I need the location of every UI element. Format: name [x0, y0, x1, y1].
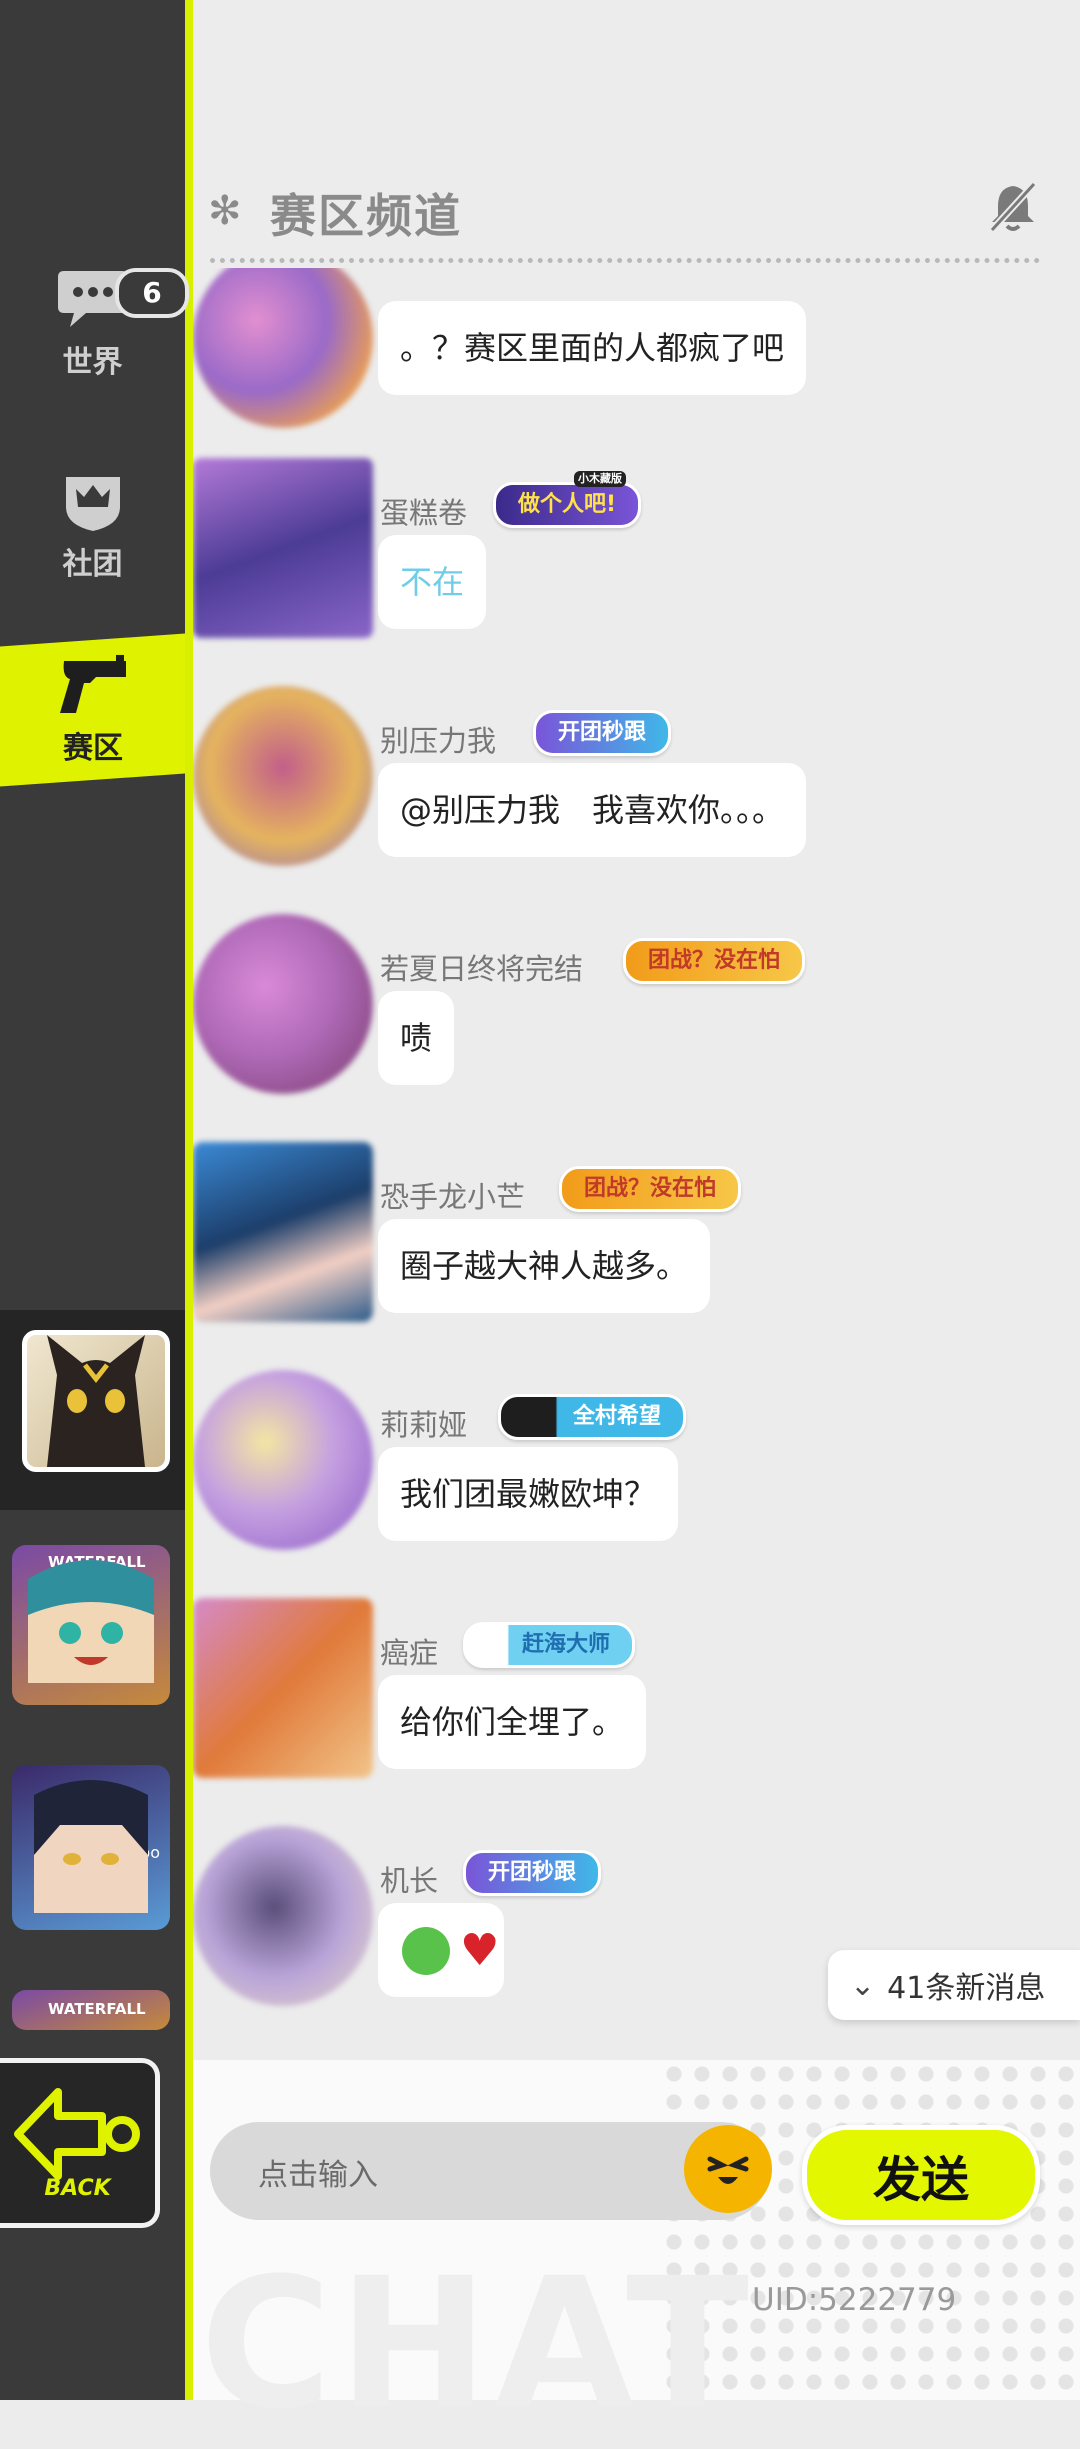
header-divider: [210, 258, 1040, 263]
smiley-face-icon: [707, 2156, 749, 2184]
sidebar: 世界 社团 赛区 WATERFALL oppo: [0, 0, 185, 2400]
character-avatar-image: [28, 1560, 154, 1683]
sidebar-accent-edge: [185, 0, 193, 2400]
nav-world-label: 世界: [62, 345, 123, 380]
username[interactable]: 癌症: [380, 1630, 438, 1672]
username[interactable]: 机长: [380, 1858, 438, 1900]
user-avatar[interactable]: [193, 1370, 373, 1550]
title-tag-label: 做个人吧!: [518, 492, 617, 517]
unread-badge: 6: [115, 268, 189, 318]
avatar-waterfall-1[interactable]: WATERFALL: [12, 1545, 170, 1705]
message-bubble[interactable]: 。？赛区里面的人都疯了吧: [378, 301, 807, 395]
username[interactable]: 若夏日终将完结: [380, 946, 583, 988]
message-bubble[interactable]: 给你们全埋了。: [378, 1675, 647, 1769]
send-button[interactable]: 发送: [802, 2125, 1040, 2225]
user-avatar[interactable]: [193, 268, 373, 428]
message-bubble[interactable]: ♥: [378, 1903, 504, 1997]
title-tag-label: 团战？没在怕: [648, 948, 781, 973]
user-avatar[interactable]: [193, 1826, 373, 2006]
character-avatar-image-2: [34, 1780, 148, 1913]
title-tag-sublabel: 小木藏版: [574, 471, 627, 487]
background-watermark: CHAT: [200, 2240, 755, 2449]
username[interactable]: 蛋糕卷: [380, 490, 467, 532]
gun-icon: [59, 655, 126, 713]
bell-muted-icon[interactable]: [986, 180, 1040, 234]
title-tag-label: 赶海大师: [522, 1632, 611, 1657]
message-bubble[interactable]: 圈子越大神人越多。: [378, 1219, 711, 1313]
message-bubble[interactable]: @别压力我 我喜欢你。。。: [378, 763, 807, 857]
page-title: 赛区频道: [270, 189, 462, 243]
title-tag-label: 团战？没在怕: [584, 1176, 717, 1201]
asterisk-icon: ✻: [208, 188, 242, 234]
title-tag-label: 开团秒跟: [488, 1860, 577, 1885]
new-messages-count: 41条新消息: [887, 1971, 1046, 2006]
username[interactable]: 别压力我: [380, 718, 496, 760]
user-avatar[interactable]: [193, 686, 373, 866]
title-tag: 开团秒跟: [533, 710, 672, 756]
back-label: BACK: [44, 2175, 111, 2201]
title-tag: 团战？没在怕: [559, 1166, 742, 1212]
nav-world[interactable]: 世界: [0, 240, 185, 410]
nav-club-label: 社团: [62, 547, 123, 582]
user-avatar[interactable]: [193, 458, 373, 638]
chat-list[interactable]: 。？赛区里面的人都疯了吧 蛋糕卷 做个人吧! 小木藏版 不在 别压力我 开团秒跟…: [193, 268, 1080, 2058]
user-avatar[interactable]: [193, 1598, 373, 1778]
back-arrow-icon: [13, 2087, 140, 2180]
nav-club[interactable]: 社团: [0, 440, 185, 610]
message-input-placeholder: 点击输入: [258, 2158, 378, 2193]
message-bubble[interactable]: 我们团最嫩欧坤？: [378, 1447, 679, 1541]
message-bubble[interactable]: 不在: [378, 535, 487, 629]
message-bubble[interactable]: 啧: [378, 991, 455, 1085]
channel-header: ✻ 赛区频道: [200, 150, 1080, 260]
username[interactable]: 恐手龙小芒: [380, 1174, 525, 1216]
title-tag: 开团秒跟: [463, 1850, 602, 1896]
sick-face-emoji-icon: [402, 1927, 450, 1975]
title-tag-label: 开团秒跟: [558, 720, 647, 745]
user-avatar[interactable]: [193, 914, 373, 1094]
nav-region[interactable]: 赛区: [0, 633, 185, 787]
avatar-selected[interactable]: [22, 1330, 170, 1472]
avatar-frame-label-2: WATERFALL: [48, 2000, 146, 2018]
username[interactable]: 莉莉娅: [380, 1402, 467, 1444]
back-button[interactable]: BACK: [0, 2058, 160, 2228]
user-id: UID:5222779: [752, 2282, 957, 2318]
title-tag: 做个人吧! 小木藏版: [493, 471, 642, 528]
title-tag: 赶海大师: [463, 1622, 636, 1668]
broken-heart-emoji-icon: ♥: [460, 1925, 500, 1976]
title-tag: 团战？没在怕: [623, 938, 806, 984]
new-messages-button[interactable]: ⌄ 41条新消息: [828, 1950, 1080, 2020]
cat-avatar-image: [47, 1335, 145, 1467]
title-tag-label: 全村希望: [573, 1404, 662, 1429]
nav-region-label: 赛区: [62, 731, 123, 766]
emoji-button[interactable]: [684, 2125, 772, 2213]
double-chevron-down-icon: ⌄: [850, 1967, 876, 2003]
crown-shield-icon: [65, 477, 120, 531]
avatar-waterfall-2[interactable]: WATERFALL: [12, 1990, 170, 2030]
title-tag: 全村希望: [498, 1394, 687, 1440]
user-avatar[interactable]: [193, 1142, 373, 1322]
avatar-oppo[interactable]: oppo: [12, 1765, 170, 1930]
